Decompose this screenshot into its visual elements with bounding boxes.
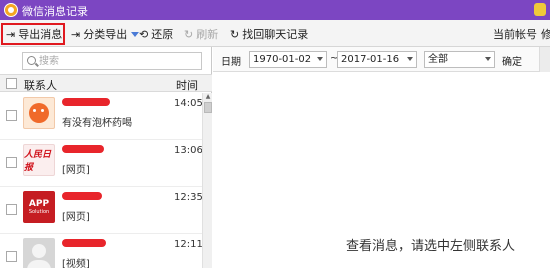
contact-checkbox[interactable] [6, 204, 17, 215]
search-icon [27, 56, 36, 65]
confirm-button[interactable]: 确定 [502, 53, 522, 68]
app-logo-icon [4, 3, 18, 17]
default-person-avatar [23, 238, 55, 268]
contact-last-message: [网页] [62, 165, 90, 176]
export-by-category-label: 分类导出 [83, 28, 128, 41]
filter-scrollbar[interactable] [539, 47, 550, 72]
recover-chats-button[interactable]: ↻ 找回聊天记录 [230, 24, 308, 44]
date-filter-bar: 日期 1970-01-02 ~ 2017-01-16 全部 确定 [213, 47, 550, 72]
restore-label: 还原 [151, 28, 174, 41]
app-solution-logo: APP Solution [23, 191, 55, 223]
contact-checkbox[interactable] [6, 110, 17, 121]
start-date-picker[interactable]: 1970-01-02 [249, 51, 327, 68]
contact-panel: 联系人 时间 14:05 有没有泡杯药喝 人民日报 13:06 [网页] APP… [0, 47, 212, 268]
date-label: 日期 [221, 57, 241, 68]
contact-checkbox[interactable] [6, 251, 17, 262]
contact-row[interactable]: APP Solution 12:35 [网页] [0, 187, 203, 234]
contact-time: 12:11 [174, 239, 203, 250]
scroll-up-icon[interactable]: ▲ [204, 93, 212, 101]
contact-last-message: [网页] [62, 212, 90, 223]
refresh-label: 刷新 [196, 28, 219, 41]
scrollbar-thumb[interactable] [204, 102, 212, 113]
contact-time: 13:06 [174, 145, 203, 156]
contact-last-message: [视频] [62, 259, 90, 268]
search-box[interactable] [22, 52, 202, 70]
contact-last-message: 有没有泡杯药喝 [62, 118, 132, 129]
refresh-button[interactable]: ↻ 刷新 [184, 24, 218, 44]
contact-row[interactable]: 14:05 有没有泡杯药喝 [0, 93, 203, 140]
contact-row[interactable]: 12:11 [视频] [0, 234, 203, 268]
redacted-contact-name [62, 98, 110, 106]
export-messages-button[interactable]: ⇥ 导出消息 [1, 23, 65, 45]
chevron-down-icon [317, 57, 323, 61]
contact-checkbox[interactable] [6, 157, 17, 168]
contact-row[interactable]: 人民日报 13:06 [网页] [0, 140, 203, 187]
empty-message-hint: 查看消息，请选中左侧联系人 [346, 239, 516, 254]
restore-icon: ⟲ [139, 27, 149, 41]
export-category-icon: ⇥ [71, 27, 81, 41]
message-type-select[interactable]: 全部 [424, 51, 495, 68]
people-daily-logo: 人民日报 [23, 144, 55, 176]
redacted-contact-name [62, 145, 104, 153]
redacted-contact-name [62, 192, 102, 200]
start-date-value: 1970-01-02 [253, 54, 312, 65]
chevron-down-icon [407, 57, 413, 61]
current-account-label: 当前帐号 [493, 28, 537, 41]
export-messages-label: 导出消息 [18, 28, 63, 41]
contact-time: 14:05 [174, 98, 203, 109]
search-input[interactable] [39, 54, 199, 68]
chevron-down-icon [485, 57, 491, 61]
contact-time: 12:35 [174, 192, 203, 203]
orange-mascot-avatar [23, 97, 55, 129]
message-type-value: 全部 [428, 54, 448, 65]
titlebar-user-icon[interactable] [534, 3, 546, 16]
select-all-checkbox[interactable] [6, 78, 17, 89]
redacted-contact-name [62, 239, 106, 247]
recover-chats-label: 找回聊天记录 [242, 28, 309, 41]
restore-button[interactable]: ⟲ 还原 [139, 24, 173, 44]
toolbar: ⇥ 导出消息 ⇥ 分类导出 ⟲ 还原 ↻ 刷新 ↻ 找回聊天记录 当前帐号 修 [0, 20, 550, 47]
title-bar: 微信消息记录 [0, 0, 550, 20]
window-title: 微信消息记录 [22, 5, 88, 18]
contact-list-scrollbar[interactable]: ▲ [202, 93, 212, 268]
recover-icon: ↻ [230, 27, 240, 41]
refresh-icon: ↻ [184, 27, 194, 41]
current-account-value[interactable]: 修 [541, 26, 550, 42]
export-icon: ⇥ [6, 27, 16, 41]
export-by-category-button[interactable]: ⇥ 分类导出 [71, 24, 140, 44]
header-contact[interactable]: 联系人 [24, 77, 57, 93]
message-panel: 日期 1970-01-02 ~ 2017-01-16 全部 确定 查看消息，请选… [213, 47, 550, 268]
end-date-value: 2017-01-16 [341, 54, 400, 65]
end-date-picker[interactable]: 2017-01-16 [337, 51, 417, 68]
contact-list-header: 联系人 时间 [0, 74, 212, 92]
header-time[interactable]: 时间 [176, 77, 198, 93]
